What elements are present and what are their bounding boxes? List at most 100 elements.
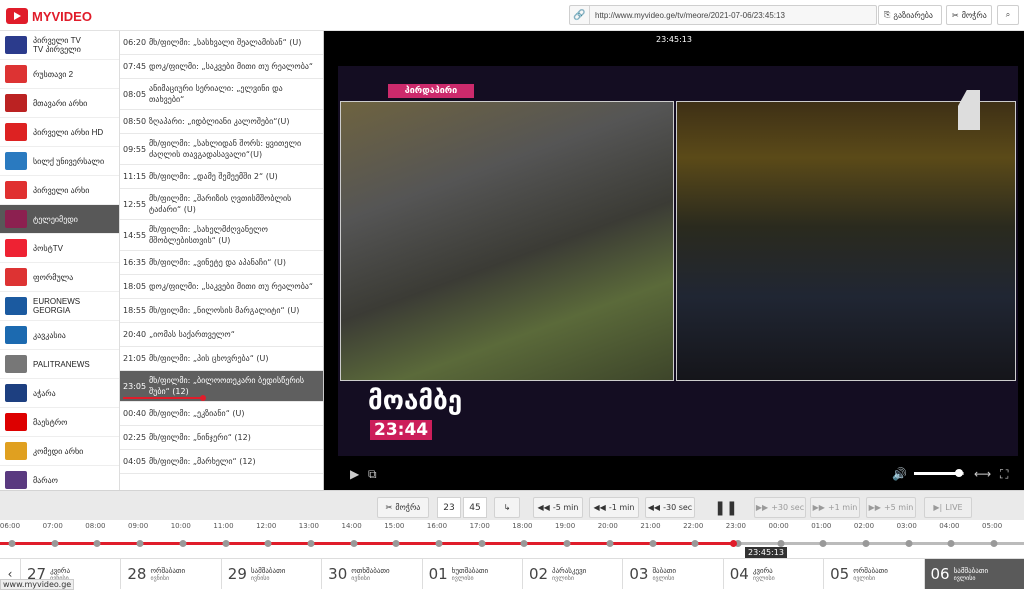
channel-item[interactable]: რუსთავი 2 <box>0 60 119 89</box>
timeline-marker[interactable] <box>51 540 59 547</box>
lower-third-title: მოამბე <box>368 386 463 416</box>
rewind-icon: ◀◀ <box>537 503 550 512</box>
schedule-item[interactable]: 11:15 მხ/ფილმი: „დამე შემეემში 2“ (U) <box>120 165 323 189</box>
schedule-item[interactable]: 18:55 მხ/ფილმი: „ნილოსის მარგალიტი“ (U) <box>120 299 323 323</box>
timeline-tick: 03:00 <box>896 522 917 530</box>
minus-30-sec-button[interactable]: ◀◀ -30 sec <box>645 497 695 518</box>
cast-icon[interactable]: ⧉ <box>368 467 377 482</box>
pause-button[interactable]: ❚❚ <box>712 497 740 518</box>
cut-button[interactable]: ✂ მოჭრა <box>946 5 992 25</box>
channel-item[interactable]: პირველი TV TV პირველი <box>0 31 119 60</box>
plus-30-sec-button[interactable]: ▶▶ +30 sec <box>754 497 806 518</box>
schedule-item[interactable]: 02:25 მხ/ფილმი: „ნინჯერი“ (12) <box>120 426 323 450</box>
schedule-item[interactable]: 18:05 დოკ/ფილმი: „საკვები მითი თუ რეალობა… <box>120 275 323 299</box>
timeline-marker[interactable] <box>264 540 272 547</box>
channel-item[interactable]: პირველი არხი HD <box>0 118 119 147</box>
hour-input[interactable]: 23 <box>437 497 461 518</box>
volume-knob[interactable] <box>955 469 963 477</box>
volume-icon[interactable]: 🔊 <box>892 467 907 481</box>
timeline-marker[interactable] <box>435 540 443 547</box>
timeline-marker[interactable] <box>606 540 614 547</box>
channel-item[interactable]: EURONEWS GEORGIA <box>0 292 119 321</box>
channel-item[interactable]: PALITRANEWS <box>0 350 119 379</box>
link-icon[interactable]: 🔗 <box>570 6 590 24</box>
timeline-marker[interactable] <box>862 540 870 547</box>
timeline-marker[interactable] <box>691 540 699 547</box>
schedule-item[interactable]: 20:40 „იომას საქართველო“ <box>120 323 323 347</box>
timeline-marker[interactable] <box>649 540 656 547</box>
timeline-marker[interactable] <box>93 540 101 547</box>
go-button[interactable]: ↳ <box>494 497 520 518</box>
timeline-marker[interactable] <box>947 540 955 547</box>
video-frame[interactable]: პირდაპირი მოამბე 23:44 <box>338 66 1018 456</box>
day-item[interactable]: 29 სამშაბათი ივნისი <box>220 559 321 589</box>
channel-item[interactable]: პირველი არხი <box>0 176 119 205</box>
timeline-marker[interactable] <box>777 540 785 547</box>
schedule-item[interactable]: 04:05 მხ/ფილმი: „მარხელი“ (12) <box>120 450 323 474</box>
timeline-marker[interactable] <box>563 540 571 547</box>
timeline-marker[interactable] <box>222 540 229 547</box>
share-button[interactable]: ⎘ გაზიარება <box>878 5 942 25</box>
channel-item[interactable]: აჭარა <box>0 379 119 408</box>
schedule-item[interactable]: 09:55 მხ/ფილმი: „სახლიდან შორს: ყვითელი ძ… <box>120 134 323 165</box>
schedule-item[interactable]: 08:05 ანიმაციური სერიალი: „ელვინი და თახვ… <box>120 79 323 110</box>
day-item[interactable]: 02 პარასკევი ივლისი <box>521 559 622 589</box>
schedule-item[interactable]: 16:35 მხ/ფილმი: „ვინეტე და აპანაჩი“ (U) <box>120 251 323 275</box>
fullscreen-icon[interactable]: ⛶ <box>1000 467 1008 482</box>
channel-item[interactable]: კომედი არხი <box>0 437 119 466</box>
schedule-item[interactable]: 21:05 მხ/ფილმი: „პის ცხოვრება“ (U) <box>120 347 323 371</box>
timeline-position-marker[interactable] <box>730 540 737 547</box>
day-item[interactable]: 06 სამშაბათი ივლისი <box>923 559 1024 589</box>
day-item[interactable]: 05 ორშაბათი ივლისი <box>823 559 923 589</box>
timeline-marker[interactable] <box>350 540 358 547</box>
channel-item[interactable]: მარაო <box>0 466 119 490</box>
day-item[interactable]: 03 შაბათი ივლისი <box>622 559 722 589</box>
channel-item[interactable]: კავკასია <box>0 321 119 350</box>
plus-5-min-button[interactable]: ▶▶ +5 min <box>866 497 916 518</box>
channel-item[interactable]: სილქ უნივერსალი <box>0 147 119 176</box>
schedule-item[interactable]: 23:05 მხ/ფილმი: „ბილოოთეკარი ბედისწერის შ… <box>120 371 323 402</box>
channel-item[interactable]: პოსტTV <box>0 234 119 263</box>
timeline[interactable]: 06:00 07:00 08:00 09:00 10:00 11:00 12:00 13:00… <box>0 520 1024 560</box>
volume-slider[interactable] <box>914 469 964 477</box>
channel-item[interactable]: ფორმულა <box>0 263 119 292</box>
channel-item[interactable]: ტელეიმედი <box>0 205 119 234</box>
minus-1-min-button[interactable]: ◀◀ -1 min <box>589 497 639 518</box>
timeline-marker[interactable] <box>905 540 913 547</box>
timeline-marker[interactable] <box>478 540 486 547</box>
day-item[interactable]: 28 ორშაბათი ივნისი <box>120 559 220 589</box>
schedule-item[interactable]: 12:55 მხ/ფილმი: „შარიზის ღვთისმშობლის ტაძ… <box>120 189 323 220</box>
brand-logo[interactable]: MYVIDEO <box>6 7 92 25</box>
schedule-item[interactable]: 08:50 ზღაპარი: „იდბლიანი კალოშები“(U) <box>120 110 323 134</box>
timeline-tick: 09:00 <box>128 522 149 530</box>
channel-item[interactable]: მაესტრო <box>0 408 119 437</box>
timeline-marker[interactable] <box>307 540 315 547</box>
cut-clip-button[interactable]: ✂ მოჭრა <box>377 497 429 518</box>
minute-input[interactable]: 45 <box>463 497 487 518</box>
schedule-item[interactable]: 14:55 მხ/ფილმი: „სახელმძღვანელო მშობლების… <box>120 220 323 251</box>
timeline-marker[interactable] <box>8 540 16 547</box>
play-icon[interactable]: ▶ <box>350 467 359 481</box>
day-item[interactable]: 04 კვირა ივლისი <box>722 559 823 589</box>
url-box[interactable]: 🔗 http://www.myvideo.ge/tv/meore/2021-07… <box>569 5 877 25</box>
schedule-item[interactable]: 07:45 დოკ/ფილმი: „საკვები მითი თუ რეალობა… <box>120 55 323 79</box>
schedule-item[interactable]: 00:40 მხ/ფილმი: „ეკზიანი“ (U) <box>120 402 323 426</box>
timeline-marker[interactable] <box>990 540 998 547</box>
plus-1-min-button[interactable]: ▶▶ +1 min <box>810 497 860 518</box>
timeline-marker[interactable] <box>520 540 528 547</box>
day-item[interactable]: 01 ხუთშაბათი ივლისი <box>421 559 522 589</box>
live-button[interactable]: ▶| LIVE <box>924 497 972 518</box>
channel-item[interactable]: მთავარი არხი <box>0 89 119 118</box>
video-player[interactable]: 23:45:13 პირდაპირი მოამბე 23:44 ▶ ⧉ 🔊 ⟷ … <box>324 31 1024 490</box>
minus-5-min-button[interactable]: ◀◀ -5 min <box>533 497 583 518</box>
schedule-item[interactable]: 06:20 მხ/ფილმი: „სასხვალი შეალამისან“ (U) <box>120 31 323 55</box>
search-button[interactable]: ⌕ <box>997 5 1019 25</box>
timeline-marker[interactable] <box>392 540 400 547</box>
timeline-marker[interactable] <box>819 540 827 547</box>
timeline-marker[interactable] <box>136 540 144 547</box>
day-number: 01 <box>428 565 448 583</box>
schedule-time: 04:05 <box>123 457 147 466</box>
timeline-marker[interactable] <box>179 540 187 547</box>
resize-icon[interactable]: ⟷ <box>974 467 991 481</box>
day-item[interactable]: 30 ოთხშაბათი ივნისი <box>321 559 421 589</box>
